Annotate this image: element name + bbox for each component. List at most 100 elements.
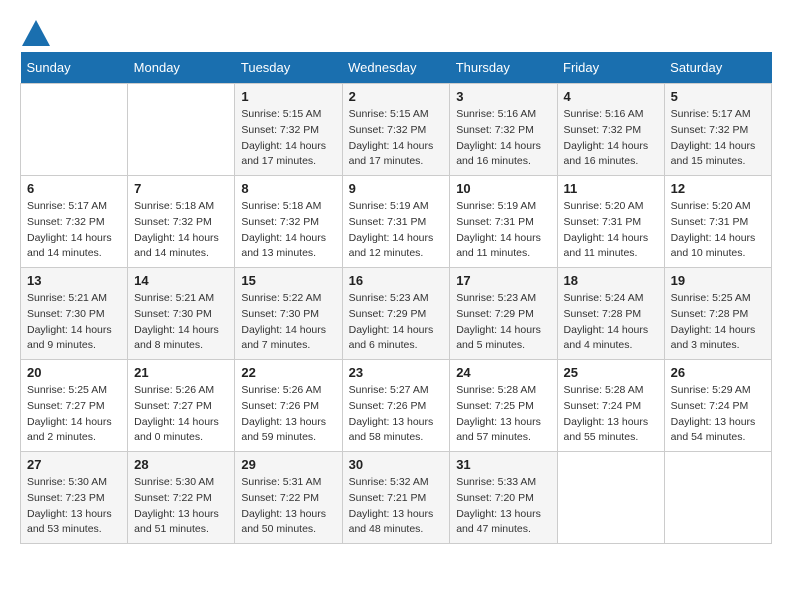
calendar-cell: 28 Sunrise: 5:30 AMSunset: 7:22 PMDayligh… [128, 452, 235, 544]
calendar-cell: 5Sunrise: 5:17 AMSunset: 7:32 PMDaylight… [664, 84, 771, 176]
day-number: 17 [456, 273, 550, 288]
week-row-5: 27 Sunrise: 5:30 AMSunset: 7:23 PMDayligh… [21, 452, 772, 544]
day-info: Sunrise: 5:16 AMSunset: 7:32 PMDaylight:… [456, 107, 550, 170]
calendar-cell: 10 Sunrise: 5:19 AMSunset: 7:31 PMDayligh… [450, 176, 557, 268]
day-info: Sunrise: 5:16 AMSunset: 7:32 PMDaylight:… [564, 107, 658, 170]
calendar-cell: 25Sunrise: 5:28 AMSunset: 7:24 PMDayligh… [557, 360, 664, 452]
calendar-cell: 20Sunrise: 5:25 AMSunset: 7:27 PMDayligh… [21, 360, 128, 452]
calendar-cell [21, 84, 128, 176]
calendar-cell: 7 Sunrise: 5:18 AMSunset: 7:32 PMDaylight… [128, 176, 235, 268]
day-number: 6 [27, 181, 121, 196]
day-number: 7 [134, 181, 228, 196]
header-day-saturday: Saturday [664, 52, 771, 84]
day-number: 10 [456, 181, 550, 196]
calendar-cell: 14 Sunrise: 5:21 AMSunset: 7:30 PMDayligh… [128, 268, 235, 360]
day-number: 16 [349, 273, 444, 288]
day-info: Sunrise: 5:19 AMSunset: 7:31 PMDaylight:… [456, 199, 550, 262]
calendar-cell: 8Sunrise: 5:18 AMSunset: 7:32 PMDaylight… [235, 176, 342, 268]
calendar-cell: 16 Sunrise: 5:23 AMSunset: 7:29 PMDayligh… [342, 268, 450, 360]
day-info: Sunrise: 5:17 AMSunset: 7:32 PMDaylight:… [27, 199, 121, 262]
day-info: Sunrise: 5:30 AMSunset: 7:22 PMDaylight:… [134, 475, 228, 538]
header-day-sunday: Sunday [21, 52, 128, 84]
day-number: 22 [241, 365, 335, 380]
header-day-friday: Friday [557, 52, 664, 84]
day-info: Sunrise: 5:20 AMSunset: 7:31 PMDaylight:… [671, 199, 765, 262]
week-row-2: 6 Sunrise: 5:17 AMSunset: 7:32 PMDaylight… [21, 176, 772, 268]
calendar-cell: 27 Sunrise: 5:30 AMSunset: 7:23 PMDayligh… [21, 452, 128, 544]
day-number: 14 [134, 273, 228, 288]
calendar-cell: 31Sunrise: 5:33 AMSunset: 7:20 PMDayligh… [450, 452, 557, 544]
day-info: Sunrise: 5:24 AMSunset: 7:28 PMDaylight:… [564, 291, 658, 354]
calendar-cell [557, 452, 664, 544]
calendar-cell: 1 Sunrise: 5:15 AMSunset: 7:32 PMDaylight… [235, 84, 342, 176]
day-number: 18 [564, 273, 658, 288]
calendar-cell: 23 Sunrise: 5:27 AMSunset: 7:26 PMDayligh… [342, 360, 450, 452]
calendar-cell [664, 452, 771, 544]
header-day-wednesday: Wednesday [342, 52, 450, 84]
day-info: Sunrise: 5:18 AMSunset: 7:32 PMDaylight:… [134, 199, 228, 262]
calendar-cell: 18 Sunrise: 5:24 AMSunset: 7:28 PMDayligh… [557, 268, 664, 360]
day-info: Sunrise: 5:32 AMSunset: 7:21 PMDaylight:… [349, 475, 444, 538]
day-number: 28 [134, 457, 228, 472]
day-info: Sunrise: 5:30 AMSunset: 7:23 PMDaylight:… [27, 475, 121, 538]
day-info: Sunrise: 5:29 AMSunset: 7:24 PMDaylight:… [671, 383, 765, 446]
calendar-cell: 30 Sunrise: 5:32 AMSunset: 7:21 PMDayligh… [342, 452, 450, 544]
header-day-tuesday: Tuesday [235, 52, 342, 84]
calendar-cell: 2Sunrise: 5:15 AMSunset: 7:32 PMDaylight… [342, 84, 450, 176]
calendar-cell [128, 84, 235, 176]
day-number: 11 [564, 181, 658, 196]
day-number: 9 [349, 181, 444, 196]
day-number: 3 [456, 89, 550, 104]
day-number: 20 [27, 365, 121, 380]
day-info: Sunrise: 5:28 AMSunset: 7:25 PMDaylight:… [456, 383, 550, 446]
header-day-thursday: Thursday [450, 52, 557, 84]
day-info: Sunrise: 5:31 AMSunset: 7:22 PMDaylight:… [241, 475, 335, 538]
day-info: Sunrise: 5:22 AMSunset: 7:30 PMDaylight:… [241, 291, 335, 354]
calendar-cell: 29 Sunrise: 5:31 AMSunset: 7:22 PMDayligh… [235, 452, 342, 544]
calendar-cell: 12 Sunrise: 5:20 AMSunset: 7:31 PMDayligh… [664, 176, 771, 268]
day-info: Sunrise: 5:21 AMSunset: 7:30 PMDaylight:… [134, 291, 228, 354]
day-number: 21 [134, 365, 228, 380]
calendar-cell: 6 Sunrise: 5:17 AMSunset: 7:32 PMDaylight… [21, 176, 128, 268]
day-number: 27 [27, 457, 121, 472]
calendar-cell: 19Sunrise: 5:25 AMSunset: 7:28 PMDayligh… [664, 268, 771, 360]
day-info: Sunrise: 5:26 AMSunset: 7:27 PMDaylight:… [134, 383, 228, 446]
calendar-cell: 22 Sunrise: 5:26 AMSunset: 7:26 PMDayligh… [235, 360, 342, 452]
calendar-cell: 17Sunrise: 5:23 AMSunset: 7:29 PMDayligh… [450, 268, 557, 360]
calendar-header-row: SundayMondayTuesdayWednesdayThursdayFrid… [21, 52, 772, 84]
day-info: Sunrise: 5:33 AMSunset: 7:20 PMDaylight:… [456, 475, 550, 538]
calendar-cell: 13 Sunrise: 5:21 AMSunset: 7:30 PMDayligh… [21, 268, 128, 360]
day-info: Sunrise: 5:21 AMSunset: 7:30 PMDaylight:… [27, 291, 121, 354]
day-number: 15 [241, 273, 335, 288]
week-row-4: 20Sunrise: 5:25 AMSunset: 7:27 PMDayligh… [21, 360, 772, 452]
week-row-1: 1 Sunrise: 5:15 AMSunset: 7:32 PMDaylight… [21, 84, 772, 176]
day-number: 23 [349, 365, 444, 380]
header-day-monday: Monday [128, 52, 235, 84]
logo-icon [22, 20, 50, 46]
day-number: 12 [671, 181, 765, 196]
day-info: Sunrise: 5:15 AMSunset: 7:32 PMDaylight:… [241, 107, 335, 170]
day-number: 26 [671, 365, 765, 380]
day-number: 30 [349, 457, 444, 472]
day-info: Sunrise: 5:27 AMSunset: 7:26 PMDaylight:… [349, 383, 444, 446]
logo [20, 20, 50, 42]
day-info: Sunrise: 5:23 AMSunset: 7:29 PMDaylight:… [349, 291, 444, 354]
calendar-table: SundayMondayTuesdayWednesdayThursdayFrid… [20, 52, 772, 544]
calendar-cell: 11 Sunrise: 5:20 AMSunset: 7:31 PMDayligh… [557, 176, 664, 268]
page-header [20, 20, 772, 42]
day-number: 29 [241, 457, 335, 472]
day-info: Sunrise: 5:20 AMSunset: 7:31 PMDaylight:… [564, 199, 658, 262]
calendar-cell: 24 Sunrise: 5:28 AMSunset: 7:25 PMDayligh… [450, 360, 557, 452]
calendar-cell: 15 Sunrise: 5:22 AMSunset: 7:30 PMDayligh… [235, 268, 342, 360]
calendar-cell: 9Sunrise: 5:19 AMSunset: 7:31 PMDaylight… [342, 176, 450, 268]
calendar-cell: 26 Sunrise: 5:29 AMSunset: 7:24 PMDayligh… [664, 360, 771, 452]
week-row-3: 13 Sunrise: 5:21 AMSunset: 7:30 PMDayligh… [21, 268, 772, 360]
day-info: Sunrise: 5:15 AMSunset: 7:32 PMDaylight:… [349, 107, 444, 170]
day-number: 1 [241, 89, 335, 104]
day-info: Sunrise: 5:17 AMSunset: 7:32 PMDaylight:… [671, 107, 765, 170]
day-number: 4 [564, 89, 658, 104]
day-number: 24 [456, 365, 550, 380]
calendar-cell: 4 Sunrise: 5:16 AMSunset: 7:32 PMDaylight… [557, 84, 664, 176]
day-number: 13 [27, 273, 121, 288]
day-info: Sunrise: 5:26 AMSunset: 7:26 PMDaylight:… [241, 383, 335, 446]
